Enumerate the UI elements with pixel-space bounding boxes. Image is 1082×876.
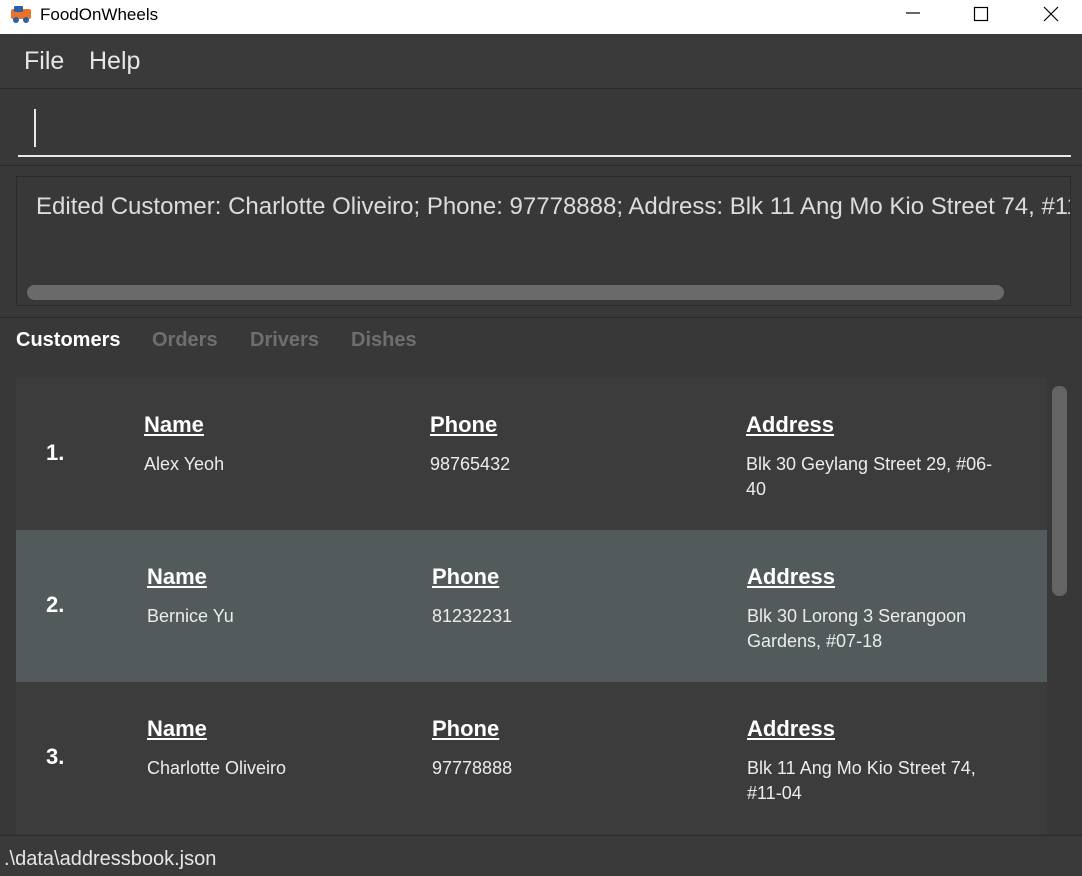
customer-address: Blk 11 Ang Mo Kio Street 74, #11-04	[747, 758, 976, 803]
close-icon	[1043, 6, 1059, 22]
list-vertical-scrollbar[interactable]	[1052, 386, 1067, 596]
customer-name: Charlotte Oliveiro	[147, 758, 287, 778]
window-title: FoodOnWheels	[40, 5, 159, 24]
customer-index: 1.	[46, 440, 65, 465]
minimize-button[interactable]	[878, 0, 948, 30]
customer-address: Blk 30 Lorong 3 Serangoon Gardens, #07-1…	[747, 606, 967, 651]
tab-bar: Customers Orders Drivers Dishes	[0, 317, 1082, 363]
menu-help[interactable]: Help	[89, 47, 140, 76]
tab-dishes[interactable]: Dishes	[351, 329, 417, 352]
maximize-icon	[973, 6, 989, 22]
status-bar: .\data\addressbook.json	[0, 835, 1082, 876]
text-caret	[34, 109, 36, 147]
result-horizontal-scrollbar[interactable]	[27, 285, 1004, 300]
name-label: Name	[144, 412, 204, 437]
customer-index: 3.	[46, 744, 65, 769]
customer-address: Blk 30 Geylang Street 29, #06-40	[746, 454, 993, 499]
phone-label: Phone	[432, 716, 500, 741]
customer-name: Alex Yeoh	[144, 454, 225, 474]
title-bar: FoodOnWheels	[0, 0, 1082, 34]
minimize-icon	[906, 12, 920, 14]
phone-label: Phone	[432, 564, 500, 589]
phone-label: Phone	[430, 412, 498, 437]
tab-customers[interactable]: Customers	[16, 329, 120, 352]
address-label: Address	[747, 716, 836, 741]
customer-list: 1. Name Alex Yeoh Phone 98765432 Address…	[0, 362, 1082, 834]
customer-card[interactable]: 2. Name Bernice Yu Phone 81232231 Addres…	[16, 530, 1047, 682]
result-display: Edited Customer: Charlotte Oliveiro; Pho…	[16, 176, 1071, 306]
name-label: Name	[147, 716, 207, 741]
command-input[interactable]	[18, 99, 1071, 157]
menu-file[interactable]: File	[24, 47, 64, 76]
customer-card[interactable]: 3. Name Charlotte Oliveiro Phone 9777888…	[16, 682, 1047, 834]
close-button[interactable]	[1016, 0, 1082, 30]
save-file-path: .\data\addressbook.json	[4, 848, 217, 870]
tab-orders[interactable]: Orders	[152, 329, 218, 352]
customer-phone: 81232231	[432, 606, 513, 626]
food-on-wheels-logo-icon	[10, 5, 32, 25]
customer-name: Bernice Yu	[147, 606, 234, 626]
customer-phone: 97778888	[432, 758, 513, 778]
address-label: Address	[746, 412, 835, 437]
customer-phone: 98765432	[430, 454, 511, 474]
tab-drivers[interactable]: Drivers	[250, 329, 319, 352]
address-label: Address	[747, 564, 836, 589]
customer-card[interactable]: 1. Name Alex Yeoh Phone 98765432 Address…	[16, 378, 1047, 530]
result-message: Edited Customer: Charlotte Oliveiro; Pho…	[36, 193, 1071, 220]
name-label: Name	[147, 564, 207, 589]
menu-bar: File Help	[0, 34, 1082, 89]
customer-index: 2.	[46, 592, 65, 617]
command-box-pane	[0, 89, 1082, 166]
maximize-button[interactable]	[946, 0, 1016, 30]
